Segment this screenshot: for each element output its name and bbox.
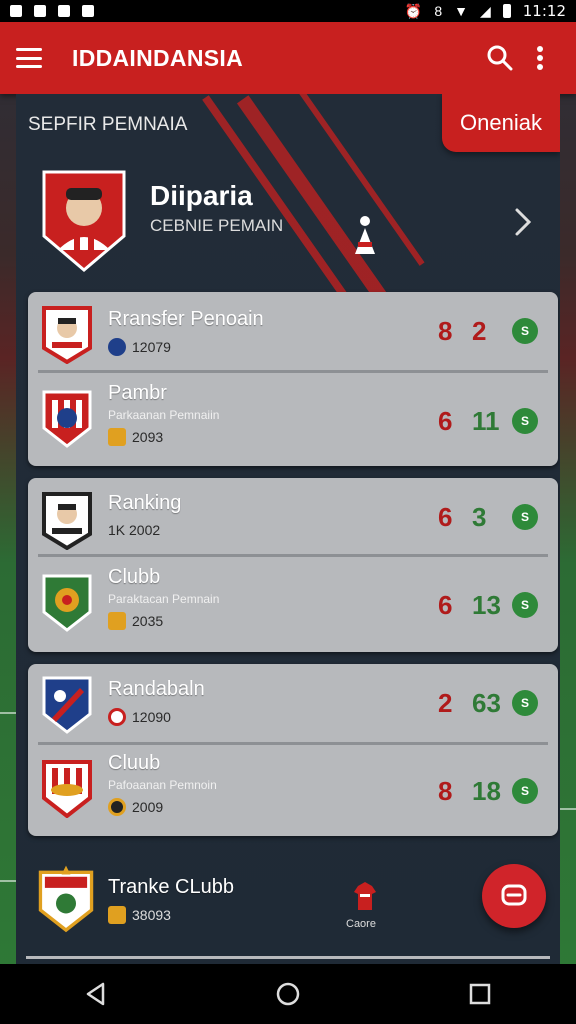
jersey-icon: [354, 882, 376, 910]
fab-button[interactable]: [482, 864, 546, 928]
list-item[interactable]: Clubb Paraktacan Pemnain 2035 6 13 S: [28, 558, 558, 652]
row-title: Cluub: [108, 752, 161, 774]
row-meta: 2009: [108, 798, 163, 816]
list-item[interactable]: Cluub Pafoaanan Pemnoin 2009 8 18 S: [28, 746, 558, 836]
score-home: 8: [438, 776, 453, 806]
status-button[interactable]: S: [512, 690, 538, 716]
side-label: Caore: [346, 918, 376, 930]
score-away: 2: [472, 316, 487, 346]
score-home: 6: [438, 406, 453, 436]
list-item[interactable]: Ranking 1K 2002 6 3 S: [28, 478, 558, 556]
pitch-line: [560, 808, 576, 810]
trophy-icon: [108, 428, 126, 446]
pitch-line: [0, 712, 16, 714]
ball-icon: [108, 798, 126, 816]
score-home: 6: [438, 502, 453, 532]
alarm-icon: ⏰: [404, 2, 423, 19]
score-away: 3: [472, 502, 487, 532]
camera-icon: [58, 5, 70, 17]
list-item[interactable]: Tranke CLubb 38093 Caore: [28, 860, 548, 940]
row-meta: 38093: [108, 906, 171, 924]
club-crest-icon: [42, 676, 92, 734]
club-crest-icon: [42, 390, 92, 448]
search-icon[interactable]: [480, 38, 520, 78]
row-subtitle: Pafoaanan Pemnoin: [108, 778, 217, 792]
status-button[interactable]: S: [512, 318, 538, 344]
row-divider: [38, 742, 548, 745]
chat-icon: [501, 884, 527, 906]
status-button[interactable]: S: [512, 408, 538, 434]
club-crest-icon: [42, 760, 92, 818]
row-title: Ranking: [108, 492, 182, 514]
gallery-icon: [82, 5, 94, 17]
status-bar: ⏰ 8 ▼ ◢ 11:12: [0, 0, 576, 22]
score-away: 63: [472, 688, 501, 718]
wifi-icon: ▼: [454, 3, 468, 19]
row-title: Clubb: [108, 566, 161, 588]
status-time: 11:12: [522, 2, 566, 20]
chevron-right-icon[interactable]: [508, 204, 538, 240]
score-home: 6: [438, 590, 453, 620]
row-subtitle: Paraktacan Pemnain: [108, 592, 220, 606]
whatsapp-icon: [34, 5, 46, 17]
club-crest-icon: [42, 574, 92, 632]
featured-subtitle: CEBNIE PEMAIN: [150, 216, 284, 235]
row-meta: 12079: [108, 338, 171, 356]
row-title: Tranke CLubb: [108, 876, 234, 898]
more-vert-icon[interactable]: [520, 38, 560, 78]
row-title: Rransfer Penoain: [108, 308, 264, 330]
card: Ranking 1K 2002 6 3 S Clubb Paraktacan P…: [28, 478, 558, 652]
app-title: IDDAINDANSIA: [72, 44, 243, 71]
player-badge-icon: [42, 170, 126, 272]
status-button[interactable]: S: [512, 592, 538, 618]
score-away: 18: [472, 776, 501, 806]
notification-icon: [10, 5, 22, 17]
player-crest-icon: [42, 306, 92, 364]
home-icon[interactable]: [266, 972, 310, 1016]
list-item[interactable]: Rransfer Penoain 12079 8 2 S: [28, 292, 558, 372]
data-icon: 8: [434, 3, 443, 19]
row-divider: [26, 956, 550, 959]
battery-icon: [502, 4, 511, 18]
score-away: 13: [472, 590, 501, 620]
player-crest-icon: [42, 492, 92, 550]
list-item[interactable]: Randabaln 12090 2 63 S: [28, 664, 558, 744]
row-meta: 2035: [108, 612, 163, 630]
card: Rransfer Penoain 12079 8 2 S Pambr Parka…: [28, 292, 558, 466]
row-title: Randabaln: [108, 678, 205, 700]
pitch-line: [0, 880, 16, 882]
trophy-icon: [108, 612, 126, 630]
score-away: 11: [472, 406, 500, 436]
info-icon: [108, 338, 126, 356]
back-icon[interactable]: [74, 972, 118, 1016]
card: Randabaln 12090 2 63 S Cluub Pafoaanan P…: [28, 664, 558, 836]
corner-button[interactable]: Oneniak: [442, 94, 560, 152]
row-title: Pambr: [108, 382, 167, 404]
menu-icon[interactable]: [16, 48, 42, 68]
row-meta: 1K 2002: [108, 522, 161, 538]
score-home: 8: [438, 316, 453, 346]
featured-player[interactable]: Diiparia CEBNIE PEMAIN: [38, 166, 538, 286]
row-divider: [38, 370, 548, 373]
recents-icon[interactable]: [458, 972, 502, 1016]
app-bar: IDDAINDANSIA: [0, 22, 576, 94]
status-button[interactable]: S: [512, 778, 538, 804]
ball-icon: [108, 708, 126, 726]
row-divider: [38, 554, 548, 557]
trophy-icon: [108, 906, 126, 924]
nav-bar: [0, 964, 576, 1024]
featured-name: Diiparia: [150, 180, 253, 211]
section-title: SEPFIR PEMNAIA: [28, 114, 188, 135]
signal-icon: ◢: [479, 2, 491, 19]
row-subtitle: Parkaanan Pemnaiin: [108, 408, 220, 422]
row-meta: 2093: [108, 428, 163, 446]
score-home: 2: [438, 688, 453, 718]
row-meta: 12090: [108, 708, 171, 726]
player-figure-icon: [355, 216, 375, 254]
main-panel: SEPFIR PEMNAIA Oneniak Diiparia CEBNIE P…: [16, 94, 560, 964]
list-item[interactable]: Pambr Parkaanan Pemnaiin 2093 6 11 S: [28, 374, 558, 466]
status-button[interactable]: S: [512, 504, 538, 530]
club-crest-icon: [38, 865, 94, 933]
